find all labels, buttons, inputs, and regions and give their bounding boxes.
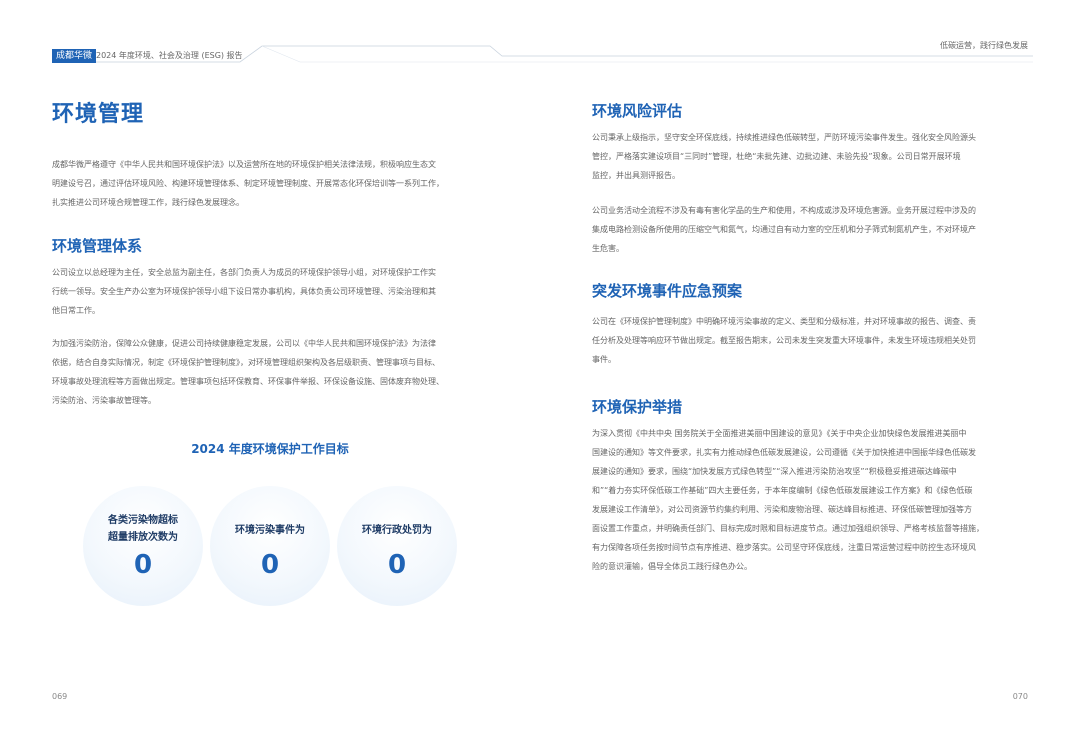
- measures-paragraph: 为深入贯彻《中共中央 国务院关于全面推进美丽中国建设的意见》《关于中央企业加快绿…: [592, 429, 984, 571]
- risk-paragraph-1: 公司秉承上级指示，坚守安全环保底线，持续推进绿色低碳转型，严防环境污染事件发生。…: [592, 133, 976, 180]
- company-badge: 成都华微: [52, 49, 97, 63]
- section-title-measures: 环境保护举措: [592, 398, 683, 416]
- system-paragraph-1: 公司设立以总经理为主任，安全总监为副主任，各部门负责人为成员的环境保护领导小组，…: [52, 268, 436, 315]
- report-title: 2024 年度环境、社会及治理 (ESG) 报告: [96, 51, 243, 60]
- targets-title: 2024 年度环境保护工作目标: [191, 442, 349, 456]
- section-title-system: 环境管理体系: [52, 237, 143, 255]
- page-title: 环境管理: [52, 102, 145, 127]
- page-number-left: 069: [52, 692, 68, 701]
- emergency-paragraph: 公司在《环境保护管理制度》中明确环境污染事故的定义、类型和分级标准，并对环境事故…: [592, 317, 976, 364]
- target-value: 0: [133, 550, 153, 580]
- target-value: 0: [260, 550, 280, 580]
- chapter-title: 低碳运营，践行绿色发展: [940, 41, 1028, 50]
- section-title-risk: 环境风险评估: [592, 102, 683, 120]
- target-card-pollution-event: 环境污染事件为 0: [210, 486, 330, 606]
- risk-paragraph-2: 公司业务活动全流程不涉及有毒有害化学品的生产和使用，不构成或涉及环境危害源。业务…: [592, 206, 976, 253]
- target-card-penalty: 环境行政处罚为 0: [337, 486, 457, 606]
- page-number-right: 070: [1012, 692, 1028, 701]
- target-card-pollutant: 各类污染物超标 超量排放次数为 0: [83, 486, 203, 606]
- system-paragraph-2: 为加强污染防治，保障公众健康，促进公司持续健康稳定发展，公司以《中华人民共和国环…: [52, 339, 444, 405]
- intro-paragraph: 成都华微严格遵守《中华人民共和国环境保护法》以及运营所在地的环境保护相关法律法规…: [52, 160, 444, 207]
- section-title-emergency: 突发环境事件应急预案: [592, 282, 743, 300]
- target-value: 0: [387, 550, 407, 580]
